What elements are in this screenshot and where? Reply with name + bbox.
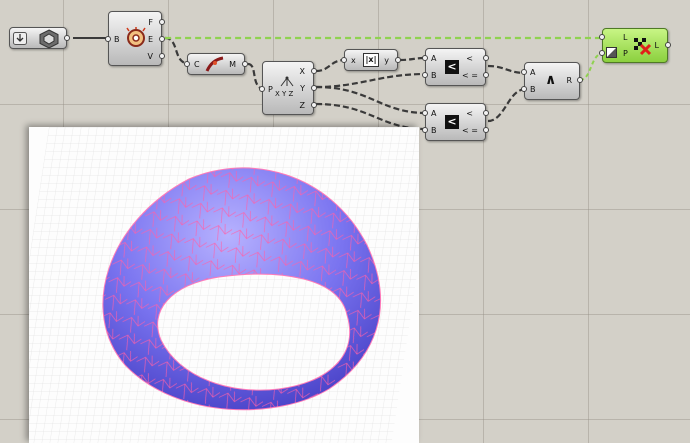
cull-output-label: L [654,41,659,50]
point-output-port-y[interactable] [311,85,317,91]
viewport-render [29,127,419,443]
cull-pattern-component[interactable]: L P L [599,28,671,63]
absolute-component[interactable]: x y |x| [341,49,401,71]
and-input-port-b[interactable] [521,86,527,92]
cull-input-pattern-label: P [623,49,628,58]
cull-input-port-pattern[interactable] [599,50,605,56]
wire-z-to-smaller2-b [315,102,427,131]
smaller2-output-port-le[interactable] [483,127,489,133]
smaller2-output-lt-label: < [466,109,473,118]
point-input-label: P [268,85,273,94]
curve-output-port[interactable] [242,61,248,67]
brep-output-v-label: V [147,52,153,61]
cull-input-list-label: L [623,33,628,42]
smaller1-input-b-label: B [431,71,437,80]
absolute-input-port[interactable] [341,57,347,63]
grasshopper-canvas[interactable]: B F E V C M P X Y Z X Y Z x y |x| A B < … [0,0,690,443]
smaller-than-component-2[interactable]: A B < < = < [422,103,489,141]
point-output-port-z[interactable] [311,102,317,108]
cull-pattern-icon [634,38,652,56]
smaller2-input-b-label: B [431,126,437,135]
brep-output-port-e[interactable] [159,36,165,42]
cull-input-port-list[interactable] [599,34,605,40]
smaller1-input-port-a[interactable] [422,55,428,61]
wire-y-to-smaller1-b [315,72,427,89]
absolute-icon-text: |x| [365,55,377,64]
curve-icon [205,56,224,72]
boolean-toggle[interactable] [9,27,70,49]
point-input-port[interactable] [259,86,265,92]
smaller2-output-le-label: < = [462,126,478,135]
and-output-port[interactable] [577,77,583,83]
smaller1-icon: < [445,60,459,74]
smaller-than-component-1[interactable]: A B < < = < [422,48,489,86]
point-output-z-label: Z [299,101,305,110]
and-input-port-a[interactable] [521,69,527,75]
deconstruct-point-component[interactable]: P X Y Z X Y Z [259,61,317,115]
absolute-output-port[interactable] [395,57,401,63]
smaller1-output-port-lt[interactable] [483,55,489,61]
brep-output-port-v[interactable] [159,53,165,59]
hexagon-shield-icon [39,29,59,49]
brep-input-label: B [114,35,120,44]
rhino-viewport-preview[interactable] [29,127,419,443]
smaller1-input-a-label: A [431,54,437,63]
wire-y-to-smaller2-a [315,85,427,115]
point-output-port-x[interactable] [311,68,317,74]
arrow-down-icon [13,32,27,45]
smaller2-icon: < [445,115,459,129]
brep-output-port-f[interactable] [159,19,165,25]
brep-explode-icon [126,27,146,47]
curve-input-label: C [194,60,200,69]
absolute-output-label: y [384,56,389,65]
deconstruct-brep-component[interactable]: B F E V [105,11,165,66]
smaller2-input-port-a[interactable] [422,110,428,116]
and-input-a-label: A [530,68,536,77]
point-xyz-icon [280,76,294,87]
smaller2-icon-text: < [447,115,457,128]
toggle-output-port[interactable] [64,35,70,41]
curve-middle-component[interactable]: C M [184,53,248,75]
wire-smaller2-to-and [487,87,527,123]
curve-input-port[interactable] [184,61,190,67]
smaller1-input-port-b[interactable] [422,72,428,78]
point-output-y-label: Y [300,84,305,93]
and-input-b-label: B [530,85,536,94]
and-output-label: R [566,76,572,85]
smaller1-icon-text: < [447,60,457,73]
absolute-input-label: x [351,56,356,65]
smaller2-input-a-label: A [431,109,437,118]
brep-input-port[interactable] [105,36,111,42]
smaller2-output-port-lt[interactable] [483,110,489,116]
smaller1-output-lt-label: < [466,54,473,63]
smaller1-output-le-label: < = [462,71,478,80]
wire-and-to-cull [579,52,605,81]
and-icon: ∧ [545,72,557,88]
smaller1-output-port-le[interactable] [483,72,489,78]
smaller2-input-port-b[interactable] [422,127,428,133]
cull-output-port[interactable] [665,42,671,48]
point-output-x-label: X [299,67,305,76]
brep-output-f-label: F [148,18,153,27]
point-icon-text: X Y Z [275,90,294,98]
curve-output-label: M [229,60,236,69]
absolute-icon: |x| [363,53,379,67]
preview-toggle-icon[interactable] [606,47,617,58]
gate-and-component[interactable]: A B R ∧ [521,62,583,100]
brep-output-e-label: E [147,35,153,44]
